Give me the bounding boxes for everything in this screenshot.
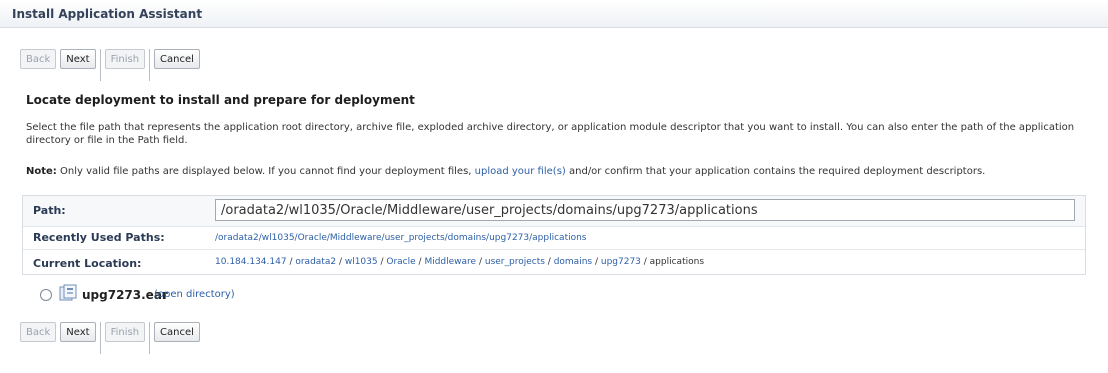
path-label: Path: [33,204,66,217]
file-list-item: upg7273.ear (open directory) [22,283,1086,309]
current-location-breadcrumb: 10.184.134.147 / oradata2 / wl1035 / Ora… [215,257,704,267]
finish-button-top[interactable]: Finish [104,49,146,69]
note-label: Note: [26,166,57,177]
section-heading: Locate deployment to install and prepare… [26,93,415,107]
breadcrumb-separator: / [476,257,485,267]
breadcrumb-separator: / [544,257,554,267]
archive-file-icon [59,284,77,301]
breadcrumb-link[interactable]: user_projects [485,257,545,267]
breadcrumb-link[interactable]: upg7273 [601,257,641,267]
breadcrumb-separator: / [640,257,650,267]
recent-paths-label: Recently Used Paths: [33,231,165,244]
breadcrumb-separator: / [336,257,345,267]
next-button-top[interactable]: Next [60,49,96,69]
finish-button-bottom[interactable]: Finish [104,322,146,342]
path-row: Path: [23,196,1085,227]
breadcrumb-separator: / [592,257,601,267]
breadcrumb-link[interactable]: wl1035 [345,257,378,267]
note-text: Note: Only valid file paths are displaye… [26,166,1086,177]
breadcrumb-current: applications [649,257,705,267]
assistant-title-bar: Install Application Assistant [0,0,1108,28]
back-button-top[interactable]: Back [20,49,57,69]
section-description: Select the file path that represents the… [26,122,1075,146]
breadcrumb-link[interactable]: Middleware [424,257,476,267]
button-divider [99,49,101,81]
top-button-bar: Back Next Finish Cancel [20,49,200,81]
recent-path-link[interactable]: /oradata2/wl1035/Oracle/Middleware/user_… [215,233,587,243]
note-text-1: Only valid file paths are displayed belo… [60,166,472,177]
next-button-bottom[interactable]: Next [60,322,96,342]
breadcrumb-link[interactable]: 10.184.134.147 [215,257,287,267]
open-directory-link[interactable]: (open directory) [154,289,235,300]
note-text-2: and/or confirm that your application con… [569,166,986,177]
breadcrumb-link[interactable]: domains [554,257,592,267]
upload-files-link[interactable]: upload your file(s) [475,166,566,177]
current-location-row: Current Location: 10.184.134.147 / orada… [23,250,1085,275]
breadcrumb-link[interactable]: oradata2 [295,257,336,267]
current-location-label: Current Location: [33,257,142,270]
cancel-button-bottom[interactable]: Cancel [154,322,200,342]
path-input[interactable] [215,199,1075,221]
file-select-radio[interactable] [40,289,52,301]
path-panel: Path: Recently Used Paths: /oradata2/wl1… [22,195,1086,275]
page-title: Install Application Assistant [12,7,203,21]
back-button-bottom[interactable]: Back [20,322,57,342]
cancel-button-top[interactable]: Cancel [154,49,200,69]
button-divider [149,49,151,81]
bottom-button-bar: Back Next Finish Cancel [20,322,200,354]
breadcrumb-link[interactable]: Oracle [386,257,415,267]
button-divider [99,322,101,354]
button-divider [149,322,151,354]
recent-paths-row: Recently Used Paths: /oradata2/wl1035/Or… [23,227,1085,250]
